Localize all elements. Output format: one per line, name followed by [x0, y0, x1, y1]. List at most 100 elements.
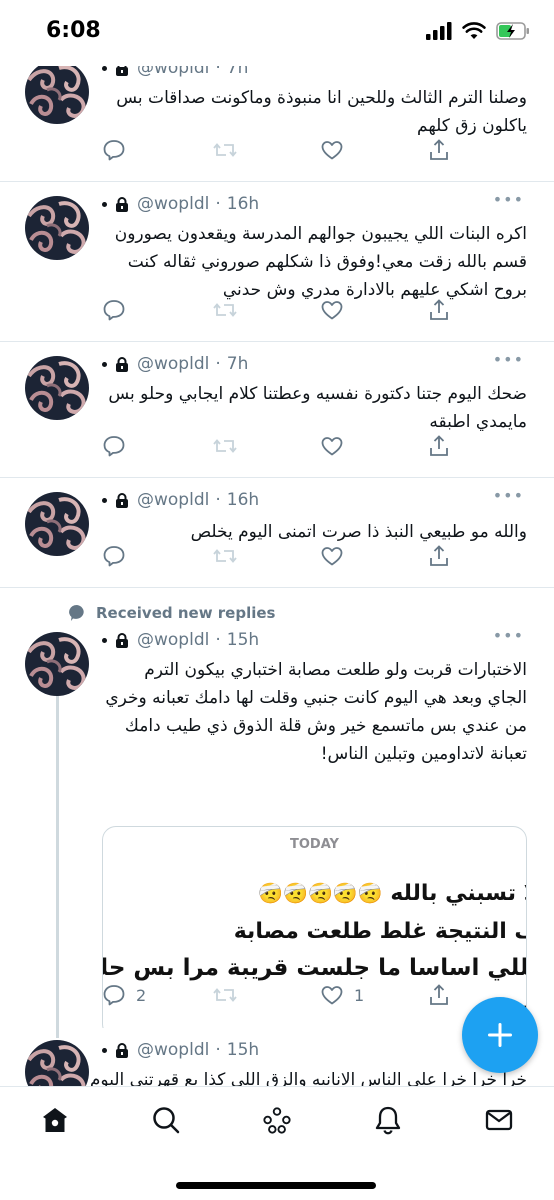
- bullet-dot: [102, 1047, 107, 1053]
- retweet-icon: [213, 303, 237, 317]
- tweet-meta: @wopldl · 7h: [102, 66, 248, 78]
- reply-icon: [103, 436, 125, 457]
- lock-icon: [115, 1042, 129, 1058]
- more-icon[interactable]: •••: [493, 190, 524, 209]
- tab-home[interactable]: [40, 1105, 70, 1135]
- retweet-icon: [213, 143, 237, 157]
- tweet-time[interactable]: 15h: [227, 630, 259, 650]
- tweet-handle[interactable]: @wopldl: [137, 66, 209, 78]
- more-icon[interactable]: •••: [493, 626, 524, 645]
- like-button[interactable]: [320, 298, 344, 322]
- media-date-header: TODAY: [290, 837, 339, 852]
- status-icons: [426, 22, 530, 40]
- bullet-dot: [102, 361, 107, 367]
- received-replies-text: Received new replies: [96, 604, 276, 622]
- more-icon[interactable]: •••: [493, 66, 524, 73]
- retweet-button[interactable]: [212, 544, 238, 568]
- avatar[interactable]: [25, 492, 89, 556]
- reply-button[interactable]: [102, 298, 126, 322]
- tweet-thread[interactable]: Received new replies @wopldl · 15h ••• ا…: [0, 588, 554, 1040]
- spaces-icon: [263, 1107, 291, 1134]
- reply-button[interactable]: [102, 138, 126, 162]
- lock-icon: [115, 632, 129, 648]
- lock-icon: [115, 492, 129, 508]
- like-icon: [321, 547, 343, 566]
- avatar[interactable]: [25, 632, 89, 696]
- tab-spaces[interactable]: [262, 1105, 292, 1135]
- tweet-text: والله مو طبيعي النبذ ذا صرت اتمنى اليوم …: [190, 522, 527, 542]
- share-icon: [430, 545, 448, 566]
- like-button[interactable]: [320, 434, 344, 458]
- home-indicator[interactable]: [176, 1182, 376, 1189]
- reply-button[interactable]: [102, 544, 126, 568]
- retweet-button[interactable]: [212, 298, 238, 322]
- speech-bubble-icon: [69, 605, 84, 621]
- cellular-signal-icon: [426, 22, 452, 40]
- tweet-time[interactable]: 7h: [227, 354, 249, 374]
- retweet-icon: [213, 439, 237, 453]
- battery-charging-icon: [496, 22, 529, 40]
- avatar[interactable]: [25, 196, 89, 260]
- share-button[interactable]: [427, 298, 451, 322]
- share-button[interactable]: [427, 983, 451, 1007]
- share-button[interactable]: [427, 138, 451, 162]
- lock-icon: [115, 66, 129, 76]
- tab-messages[interactable]: [484, 1105, 514, 1135]
- retweet-icon: [213, 549, 237, 563]
- tweet-handle[interactable]: @wopldl: [137, 490, 209, 510]
- retweet-button[interactable]: [212, 983, 238, 1007]
- tweet-meta: @wopldl · 15h: [102, 630, 259, 650]
- thread-line: [56, 694, 59, 1040]
- reply-icon: [103, 140, 125, 161]
- notifications-icon: [375, 1106, 401, 1135]
- tweet-time[interactable]: 15h: [227, 1040, 259, 1060]
- share-button[interactable]: [427, 544, 451, 568]
- tweet-actions: [102, 434, 454, 462]
- tweet-time[interactable]: 16h: [227, 490, 259, 510]
- tweet-handle[interactable]: @wopldl: [137, 1040, 209, 1060]
- like-button[interactable]: [320, 138, 344, 162]
- like-button[interactable]: [320, 544, 344, 568]
- tweet-text: وصلنا الترم الثالث وللحين انا منبوذة وما…: [116, 88, 527, 136]
- like-icon: [321, 141, 343, 160]
- like-button[interactable]: 1: [320, 983, 364, 1007]
- tab-search[interactable]: [151, 1105, 181, 1135]
- avatar[interactable]: [25, 356, 89, 420]
- reply-count: 2: [136, 985, 147, 1005]
- share-button[interactable]: [427, 434, 451, 458]
- tweet-actions: [102, 298, 454, 326]
- avatar[interactable]: [25, 66, 89, 124]
- like-icon: [321, 301, 343, 320]
- tweet-actions: 21: [102, 983, 454, 1011]
- tweet-handle[interactable]: @wopldl: [137, 354, 209, 374]
- tweet-meta: @wopldl · 15h: [102, 1040, 259, 1060]
- like-icon: [321, 986, 343, 1005]
- tweet-text: خرا خرا خرا على الناس الانانيه والزق الل…: [89, 1070, 527, 1086]
- timeline-feed[interactable]: @wopldl · 7h ••• وصلنا الترم الثالث وللح…: [0, 66, 554, 1086]
- retweet-button[interactable]: [212, 434, 238, 458]
- tweet-time[interactable]: 7h: [227, 66, 249, 78]
- tweet-actions: [102, 544, 454, 572]
- bullet-dot: [102, 637, 107, 643]
- lock-icon: [115, 356, 129, 372]
- tweet-meta: @wopldl · 7h: [102, 354, 248, 374]
- tweet-text: ضحك اليوم جتنا دكتورة نفسيه وعطتنا كلام …: [108, 384, 527, 432]
- status-time: 6:08: [46, 18, 101, 43]
- reply-button[interactable]: [102, 434, 126, 458]
- more-icon[interactable]: •••: [493, 486, 524, 505]
- share-icon: [430, 435, 448, 456]
- reply-button[interactable]: 2: [102, 983, 146, 1007]
- tweet-handle[interactable]: @wopldl: [137, 630, 209, 650]
- tweet-time[interactable]: 16h: [227, 194, 259, 214]
- tweet-meta: @wopldl · 16h: [102, 194, 259, 214]
- received-replies-label[interactable]: Received new replies: [68, 604, 275, 622]
- bottom-tab-bar: [0, 1086, 554, 1200]
- tab-notifications[interactable]: [373, 1105, 403, 1135]
- tweet-handle[interactable]: @wopldl: [137, 194, 209, 214]
- retweet-button[interactable]: [212, 138, 238, 162]
- compose-tweet-button[interactable]: [462, 997, 538, 1073]
- media-text-line-3: حللي اساسا ما جلست قريبة مرا بس حللي ع: [102, 955, 526, 981]
- more-icon[interactable]: •••: [493, 350, 524, 369]
- face-with-bandage-emoji: 🤕🤕🤕🤕🤕: [258, 881, 383, 905]
- reply-icon: [103, 985, 125, 1006]
